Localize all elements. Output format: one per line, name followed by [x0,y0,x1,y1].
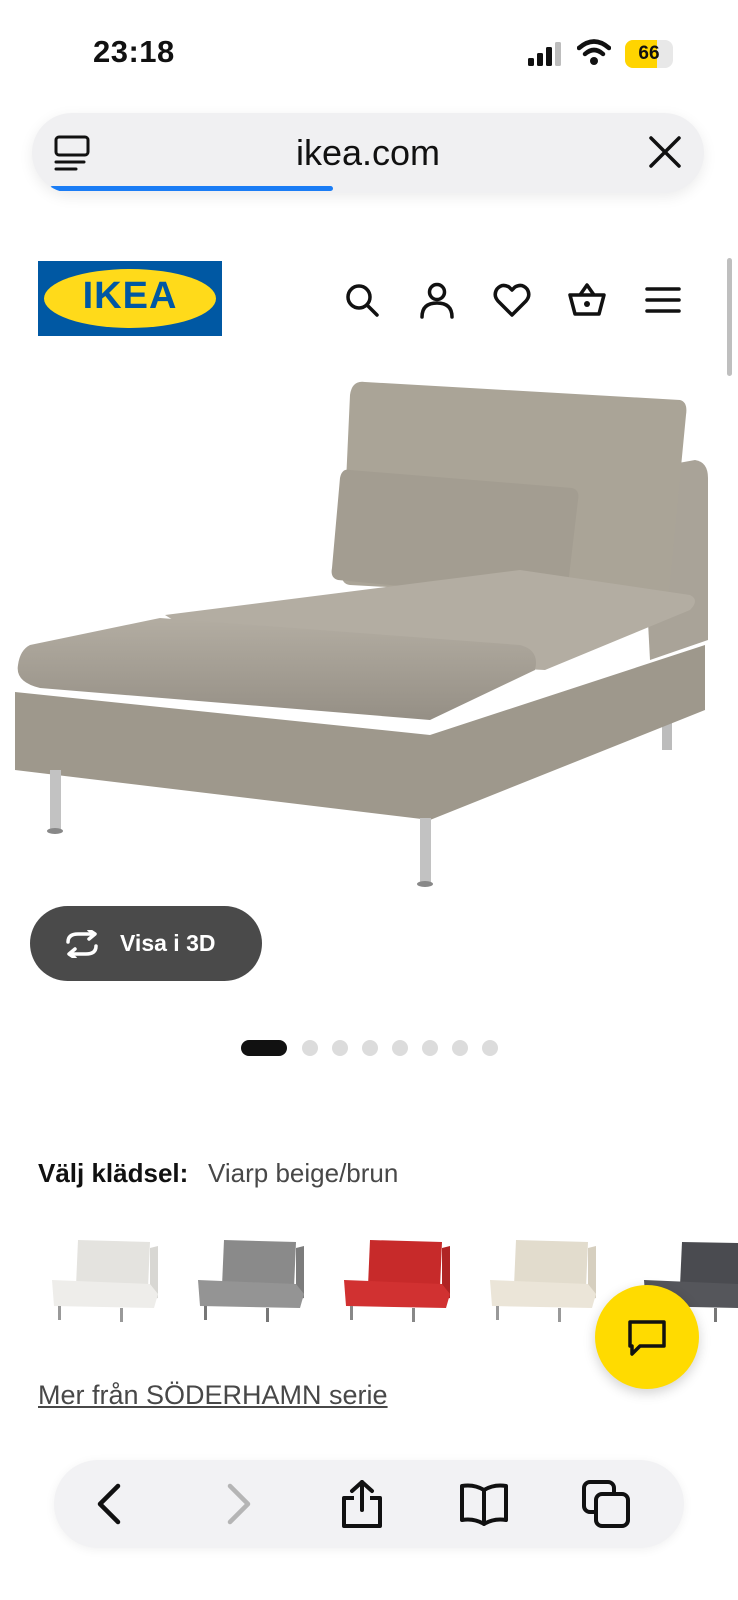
status-time: 23:18 [93,34,175,69]
address-bar[interactable]: ikea.com [32,113,704,193]
logo-text: IKEA [82,275,178,317]
carousel-dot[interactable] [422,1040,438,1056]
carousel-dot[interactable] [392,1040,408,1056]
menu-icon[interactable] [643,280,683,320]
chat-icon [628,1320,666,1356]
fabric-value: Viarp beige/brun [208,1158,399,1188]
forward-icon[interactable] [214,1480,262,1528]
carousel-dot[interactable] [362,1040,378,1056]
battery-level: 66 [638,43,660,64]
page-scrollbar[interactable] [727,258,732,376]
fabric-swatch-white[interactable] [50,1228,180,1338]
page-load-progress [50,186,333,191]
ikea-logo[interactable]: IKEA [38,261,222,336]
url-text[interactable]: ikea.com [32,132,704,174]
fabric-swatch-red[interactable] [342,1228,472,1338]
fabric-label: Välj klädsel: [38,1158,189,1188]
view-3d-button[interactable]: Visa i 3D [30,906,262,981]
tabs-icon[interactable] [582,1480,630,1528]
view-3d-label: Visa i 3D [120,930,216,956]
search-icon[interactable] [342,280,382,320]
bookmarks-icon[interactable] [460,1480,508,1528]
heart-icon[interactable] [492,280,532,320]
account-icon[interactable] [417,280,457,320]
share-icon[interactable] [338,1480,386,1528]
rotate-icon [66,930,98,958]
carousel-dot[interactable] [452,1040,468,1056]
carousel-dot[interactable] [482,1040,498,1056]
battery-indicator: 66 [625,40,673,68]
fabric-swatch-grey[interactable] [196,1228,326,1338]
carousel-dot[interactable] [302,1040,318,1056]
status-bar: 23:18 66 [0,0,738,100]
close-icon[interactable] [648,135,682,169]
series-link[interactable]: Mer från SÖDERHAMN serie [38,1380,388,1411]
carousel-dot[interactable] [332,1040,348,1056]
back-icon[interactable] [86,1480,134,1528]
chat-button[interactable] [595,1285,699,1389]
wifi-icon [577,39,611,65]
basket-icon[interactable] [567,280,607,320]
carousel-dot[interactable] [241,1040,287,1056]
browser-toolbar [54,1460,684,1548]
product-image[interactable] [0,370,738,910]
signal-icon [528,42,561,66]
